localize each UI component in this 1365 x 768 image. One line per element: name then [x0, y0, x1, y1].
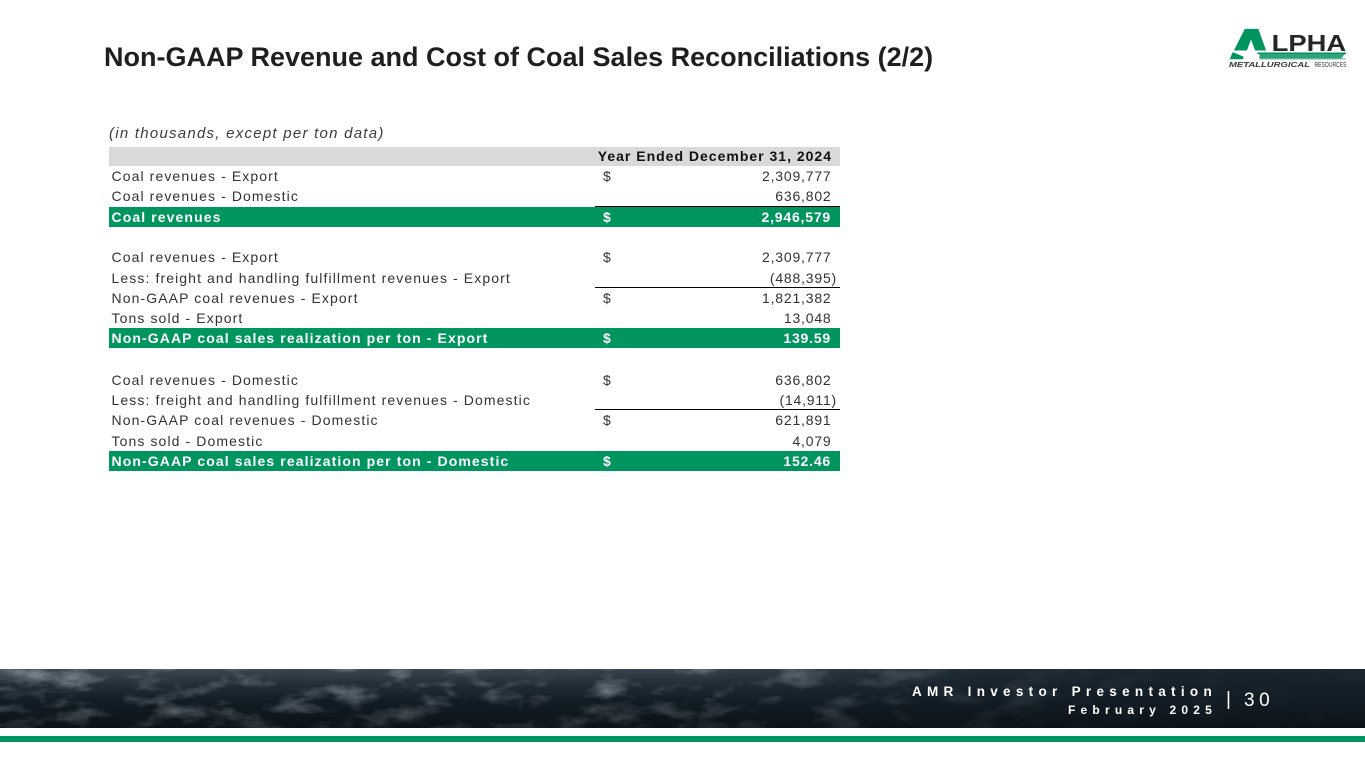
svg-text:METALLURGICAL: METALLURGICAL: [1229, 60, 1310, 69]
svg-text:LPHA: LPHA: [1272, 30, 1347, 56]
svg-text:RESOURCES: RESOURCES: [1315, 60, 1347, 69]
